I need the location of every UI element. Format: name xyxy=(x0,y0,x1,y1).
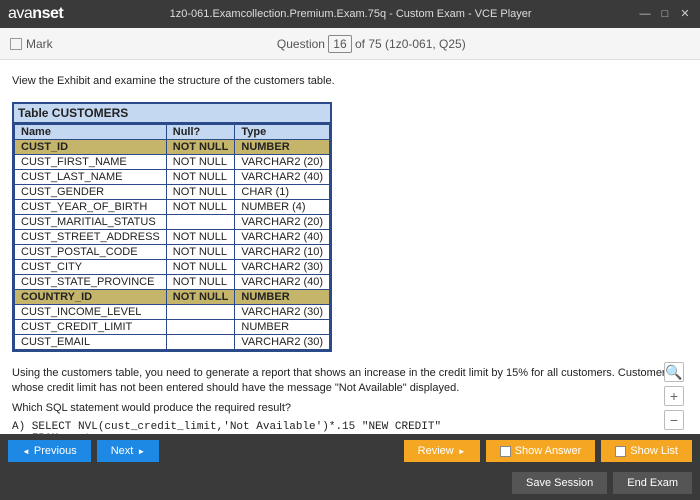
option-a[interactable]: A) SELECT NVL(cust_credit_limit,'Not Ava… xyxy=(12,421,688,434)
mark-label: Mark xyxy=(26,37,53,51)
table-cell: NOT NULL xyxy=(166,170,235,185)
question-indicator: Question 16 of 75 (1z0-061, Q25) xyxy=(53,37,690,51)
table-cell: NUMBER xyxy=(235,140,330,155)
previous-button[interactable]: Previous xyxy=(8,440,91,462)
window-controls: — □ ✕ xyxy=(638,7,692,21)
table-cell: CUST_CREDIT_LIMIT xyxy=(15,320,167,335)
table-cell: VARCHAR2 (30) xyxy=(235,305,330,320)
table-cell xyxy=(166,305,235,320)
table-cell xyxy=(166,335,235,350)
table-cell: CUST_MARITIAL_STATUS xyxy=(15,215,167,230)
table-title: Table CUSTOMERS xyxy=(14,104,330,124)
review-button[interactable]: Review xyxy=(404,440,480,462)
table-cell: VARCHAR2 (20) xyxy=(235,155,330,170)
search-icon[interactable]: 🔍 xyxy=(664,362,684,382)
table-cell: NOT NULL xyxy=(166,200,235,215)
maximize-icon[interactable]: □ xyxy=(658,7,672,21)
table-cell: VARCHAR2 (20) xyxy=(235,215,330,230)
customers-table: NameNull?Type CUST_IDNOT NULLNUMBERCUST_… xyxy=(14,124,330,350)
table-cell: NUMBER xyxy=(235,290,330,305)
table-cell: CUST_INCOME_LEVEL xyxy=(15,305,167,320)
table-cell: CUST_STATE_PROVINCE xyxy=(15,275,167,290)
table-cell: CUST_POSTAL_CODE xyxy=(15,245,167,260)
question-text: Which SQL statement would produce the re… xyxy=(12,401,688,415)
table-cell: NOT NULL xyxy=(166,140,235,155)
table-cell: VARCHAR2 (30) xyxy=(235,260,330,275)
table-row: CUST_MARITIAL_STATUS VARCHAR2 (20) xyxy=(15,215,330,230)
table-cell: CUST_FIRST_NAME xyxy=(15,155,167,170)
save-session-button[interactable]: Save Session xyxy=(512,472,607,494)
table-row: CUST_STATE_PROVINCENOT NULLVARCHAR2 (40) xyxy=(15,275,330,290)
table-cell: VARCHAR2 (30) xyxy=(235,335,330,350)
table-row: CUST_POSTAL_CODENOT NULLVARCHAR2 (10) xyxy=(15,245,330,260)
table-cell: CHAR (1) xyxy=(235,185,330,200)
table-cell: CUST_ID xyxy=(15,140,167,155)
mark-checkbox[interactable] xyxy=(10,38,22,50)
table-header: Type xyxy=(235,125,330,140)
table-header: Null? xyxy=(166,125,235,140)
show-list-checkbox[interactable] xyxy=(615,446,626,457)
table-cell: NUMBER (4) xyxy=(235,200,330,215)
exhibit-table: Table CUSTOMERS NameNull?Type CUST_IDNOT… xyxy=(12,102,332,352)
table-cell: NOT NULL xyxy=(166,230,235,245)
table-cell: VARCHAR2 (40) xyxy=(235,275,330,290)
table-row: CUST_STREET_ADDRESSNOT NULLVARCHAR2 (40) xyxy=(15,230,330,245)
zoom-controls: 🔍 + − xyxy=(664,362,684,430)
minimize-icon[interactable]: — xyxy=(638,7,652,21)
table-cell: NOT NULL xyxy=(166,290,235,305)
table-row: CUST_FIRST_NAMENOT NULLVARCHAR2 (20) xyxy=(15,155,330,170)
table-cell: CUST_CITY xyxy=(15,260,167,275)
table-cell: NOT NULL xyxy=(166,275,235,290)
toolbar: Mark Question 16 of 75 (1z0-061, Q25) xyxy=(0,28,700,60)
table-cell: VARCHAR2 (10) xyxy=(235,245,330,260)
table-cell: VARCHAR2 (40) xyxy=(235,170,330,185)
table-row: CUST_YEAR_OF_BIRTHNOT NULLNUMBER (4) xyxy=(15,200,330,215)
table-cell xyxy=(166,320,235,335)
table-cell: COUNTRY_ID xyxy=(15,290,167,305)
table-cell: CUST_EMAIL xyxy=(15,335,167,350)
zoom-out-button[interactable]: − xyxy=(664,410,684,430)
table-cell: CUST_STREET_ADDRESS xyxy=(15,230,167,245)
zoom-in-button[interactable]: + xyxy=(664,386,684,406)
table-header: Name xyxy=(15,125,167,140)
window-title: 1z0-061.Examcollection.Premium.Exam.75q … xyxy=(63,8,638,20)
close-icon[interactable]: ✕ xyxy=(678,7,692,21)
app-logo: avanset xyxy=(8,5,63,23)
table-cell: NUMBER xyxy=(235,320,330,335)
table-cell: NOT NULL xyxy=(166,185,235,200)
table-row: CUST_LAST_NAMENOT NULLVARCHAR2 (40) xyxy=(15,170,330,185)
table-cell: NOT NULL xyxy=(166,155,235,170)
table-row: CUST_INCOME_LEVEL VARCHAR2 (30) xyxy=(15,305,330,320)
show-answer-button[interactable]: Show Answer xyxy=(486,440,596,462)
content-area[interactable]: View the Exhibit and examine the structu… xyxy=(0,60,700,434)
end-exam-button[interactable]: End Exam xyxy=(613,472,692,494)
show-list-button[interactable]: Show List xyxy=(601,440,692,462)
table-row: CUST_GENDERNOT NULLCHAR (1) xyxy=(15,185,330,200)
title-bar: avanset 1z0-061.Examcollection.Premium.E… xyxy=(0,0,700,28)
table-row: COUNTRY_IDNOT NULLNUMBER xyxy=(15,290,330,305)
table-row: CUST_EMAIL VARCHAR2 (30) xyxy=(15,335,330,350)
table-cell: CUST_GENDER xyxy=(15,185,167,200)
table-cell: CUST_YEAR_OF_BIRTH xyxy=(15,200,167,215)
table-cell: VARCHAR2 (40) xyxy=(235,230,330,245)
table-cell xyxy=(166,215,235,230)
instruction-text: View the Exhibit and examine the structu… xyxy=(12,74,688,88)
next-button[interactable]: Next xyxy=(97,440,160,462)
question-number: 16 xyxy=(328,35,351,53)
show-answer-checkbox[interactable] xyxy=(500,446,511,457)
bottom-bar: Previous Next Review Show Answer Show Li… xyxy=(0,434,700,500)
table-cell: CUST_LAST_NAME xyxy=(15,170,167,185)
table-row: CUST_CREDIT_LIMIT NUMBER xyxy=(15,320,330,335)
scenario-text: Using the customers table, you need to g… xyxy=(12,366,688,395)
table-row: CUST_IDNOT NULLNUMBER xyxy=(15,140,330,155)
table-cell: NOT NULL xyxy=(166,260,235,275)
table-row: CUST_CITYNOT NULLVARCHAR2 (30) xyxy=(15,260,330,275)
table-cell: NOT NULL xyxy=(166,245,235,260)
